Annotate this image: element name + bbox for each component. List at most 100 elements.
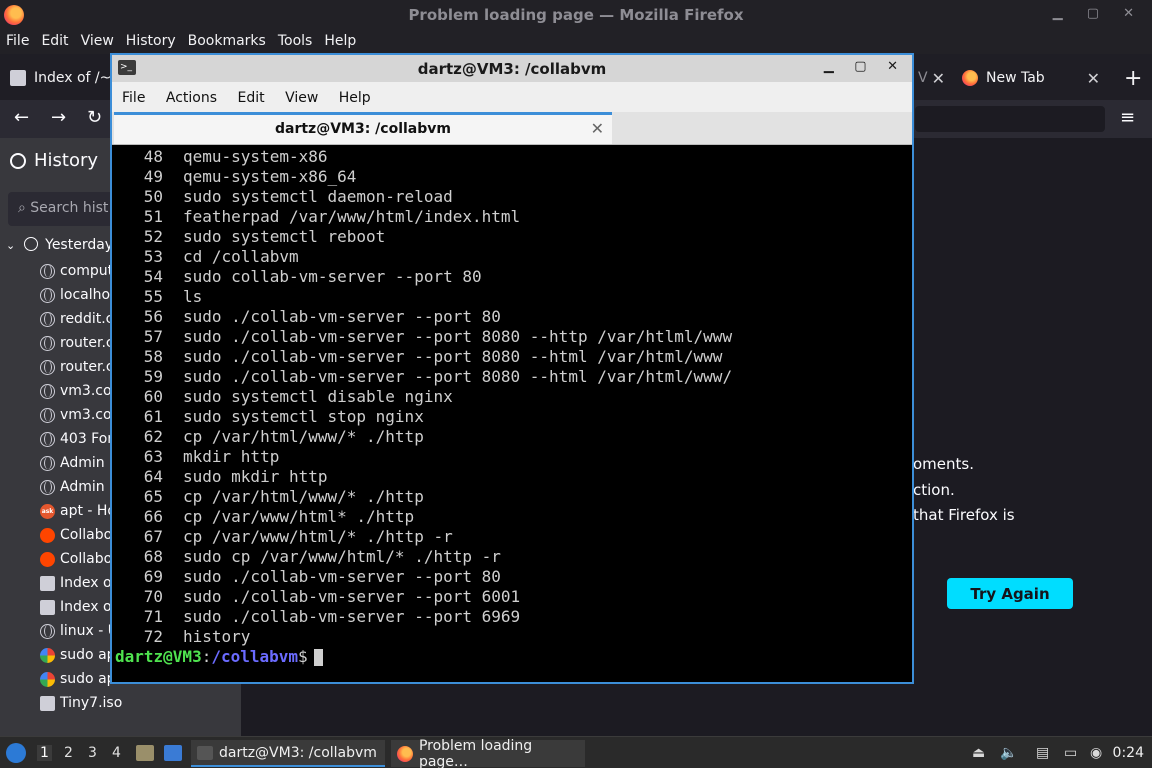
history-item[interactable]: sudo ap	[40, 667, 116, 691]
history-line: 68 sudo cp /var/www/html/* ./http -r	[115, 547, 501, 567]
term-menu-view[interactable]: View	[275, 82, 318, 106]
history-item[interactable]: Tiny7.iso	[40, 691, 122, 715]
terminal-window-controls[interactable]: ▁ ▢ ✕	[824, 59, 906, 74]
notification-icon[interactable]: ◉	[1090, 745, 1102, 761]
menu-history[interactable]: History	[120, 30, 182, 49]
forward-icon[interactable]: →	[51, 108, 66, 128]
window-controls[interactable]: ▁ ▢ ✕	[1053, 6, 1144, 21]
menu-file[interactable]: File	[0, 30, 35, 49]
globe-icon	[40, 455, 55, 471]
history-item[interactable]: Admin F	[40, 451, 117, 475]
reload-icon[interactable]: ↻	[87, 108, 102, 128]
upload-icon[interactable]: ⏏	[972, 745, 985, 761]
menu-help[interactable]: Help	[318, 30, 362, 49]
history-item[interactable]: vm3.co	[40, 403, 112, 427]
history-item[interactable]: Admin F	[40, 475, 117, 499]
terminal-titlebar[interactable]: >_ dartz@VM3: /collabvm ▁ ▢ ✕	[112, 55, 912, 82]
history-command: sudo ./collab-vm-server --port 6969	[183, 607, 521, 626]
history-number: 65	[143, 487, 163, 506]
history-item[interactable]: localhos	[40, 283, 117, 307]
tab-new-tab[interactable]: New Tab ✕	[962, 64, 1102, 92]
history-line: 71 sudo ./collab-vm-server --port 6969	[115, 607, 520, 627]
history-item[interactable]: Index of	[40, 595, 117, 619]
history-item[interactable]: router.c	[40, 355, 114, 379]
term-menu-edit[interactable]: Edit	[227, 82, 264, 106]
history-item[interactable]: comput	[40, 259, 113, 283]
menu-edit[interactable]: Edit	[35, 30, 74, 49]
history-group-yesterday[interactable]: ⌄ Yesterday	[6, 237, 113, 253]
desktop-icon[interactable]	[164, 745, 182, 761]
volume-icon[interactable]: 🔈	[1000, 745, 1017, 761]
error-text-line: that Firefox is	[913, 506, 1015, 524]
network-icon[interactable]: ▭	[1064, 745, 1077, 761]
close-icon[interactable]: ✕	[591, 119, 604, 138]
globe-icon	[40, 479, 55, 495]
prompt-user: dartz@VM3	[115, 647, 202, 666]
history-item[interactable]: Collabo	[40, 523, 112, 547]
terminal-output[interactable]: 48 qemu-system-x86 49 qemu-system-x86_64 50 s…	[112, 145, 912, 682]
history-item[interactable]: reddit.c	[40, 307, 113, 331]
workspace-4[interactable]: 4	[112, 745, 121, 761]
start-menu-icon[interactable]	[6, 743, 26, 763]
history-command: mkdir http	[183, 447, 280, 466]
history-item[interactable]: 403 For	[40, 427, 113, 451]
tab-label: Index of /~d	[34, 70, 121, 86]
history-item[interactable]: ask apt - Ho	[40, 499, 116, 523]
taskbar-task-firefox[interactable]: Problem loading page…	[391, 738, 585, 768]
app-menu-icon[interactable]: ≡	[1120, 108, 1135, 128]
menu-tools[interactable]: Tools	[272, 30, 319, 49]
history-item[interactable]: Index of	[40, 571, 117, 595]
workspace-3[interactable]: 3	[88, 745, 97, 761]
history-line: 52 sudo systemctl reboot	[115, 227, 386, 247]
history-item-label: router.c	[60, 335, 114, 351]
history-item[interactable]: vm3.co	[40, 379, 112, 403]
history-number: 63	[143, 447, 163, 466]
menu-view[interactable]: View	[75, 30, 120, 49]
history-number: 52	[143, 227, 163, 246]
history-item[interactable]: sudo ap	[40, 643, 116, 667]
term-menu-actions[interactable]: Actions	[156, 82, 217, 106]
history-number: 59	[143, 367, 163, 386]
history-item-label: sudo ap	[60, 671, 116, 687]
history-item[interactable]: Collabo	[40, 547, 112, 571]
try-again-button[interactable]: Try Again	[947, 578, 1073, 609]
workspace-2[interactable]: 2	[64, 745, 73, 761]
tab-partial[interactable]: V ✕	[918, 64, 945, 92]
url-bar[interactable]	[915, 106, 1105, 132]
tab-close-icon[interactable]: ✕	[932, 69, 945, 88]
document-icon	[40, 695, 55, 711]
history-command: cp /var/www/html* ./http	[183, 507, 415, 526]
sidebar-header[interactable]: History	[10, 150, 98, 171]
history-item-label: comput	[60, 263, 114, 279]
workspace-1[interactable]: 1	[37, 745, 52, 761]
tab-close-icon[interactable]: ✕	[1087, 69, 1100, 88]
history-line: 70 sudo ./collab-vm-server --port 6001	[115, 587, 520, 607]
group-label: Yesterday	[45, 237, 114, 253]
term-menu-file[interactable]: File	[112, 82, 145, 106]
clipboard-icon[interactable]: ▤	[1036, 745, 1049, 761]
history-command: sudo ./collab-vm-server --port 8080 --ht…	[183, 367, 733, 386]
history-line: 55 ls	[115, 287, 203, 307]
back-icon[interactable]: ←	[14, 108, 29, 128]
globe-icon	[40, 623, 55, 639]
history-number: 64	[143, 467, 163, 486]
history-item[interactable]: router.c	[40, 331, 114, 355]
term-menu-help[interactable]: Help	[329, 82, 371, 106]
history-command: sudo systemctl disable nginx	[183, 387, 453, 406]
history-line: 60 sudo systemctl disable nginx	[115, 387, 453, 407]
file-manager-icon[interactable]	[136, 745, 154, 761]
menu-bookmarks[interactable]: Bookmarks	[182, 30, 272, 49]
history-number: 58	[143, 347, 163, 366]
history-command: qemu-system-x86_64	[183, 167, 357, 186]
history-item[interactable]: linux - U	[40, 619, 118, 643]
new-tab-button[interactable]: +	[1124, 64, 1142, 92]
tab-index[interactable]: Index of /~d	[10, 64, 120, 92]
terminal-tab[interactable]: dartz@VM3: /collabvm ✕	[114, 112, 612, 144]
firefox-tab-icon	[962, 70, 978, 86]
history-command: history	[183, 627, 251, 646]
history-item-label: Index of	[60, 575, 117, 591]
globe-icon	[40, 263, 55, 279]
history-line: 49 qemu-system-x86_64	[115, 167, 357, 187]
history-line: 53 cd /collabvm	[115, 247, 299, 267]
taskbar-task-terminal[interactable]: dartz@VM3: /collabvm	[191, 740, 385, 767]
